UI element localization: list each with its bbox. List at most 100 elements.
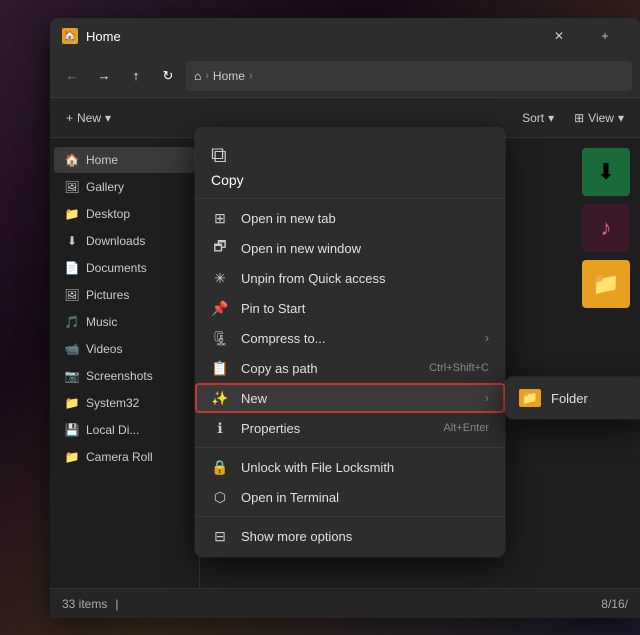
back-button[interactable]: ← bbox=[58, 62, 86, 90]
view-icon: ⊞ bbox=[574, 111, 584, 125]
open-new-tab-label: Open in new tab bbox=[241, 211, 489, 226]
item-count: 33 items bbox=[62, 597, 107, 611]
new-arrow: › bbox=[485, 391, 489, 405]
compress-icon: 🗜 bbox=[211, 329, 229, 347]
new-menu-icon: ✨ bbox=[211, 389, 229, 407]
properties-label: Properties bbox=[241, 421, 431, 436]
new-chevron: ▾ bbox=[105, 111, 111, 125]
sidebar-item-music[interactable]: 🎵 Music bbox=[54, 309, 195, 335]
open-new-tab-icon: ⊞ bbox=[211, 209, 229, 227]
open-terminal-label: Open in Terminal bbox=[241, 490, 489, 505]
sidebar-item-gallery[interactable]: 🖼 Gallery bbox=[54, 174, 195, 200]
menu-show-more-options[interactable]: ⊟ Show more options bbox=[195, 521, 505, 551]
menu-compress-to[interactable]: 🗜 Compress to... › bbox=[195, 323, 505, 353]
sort-label: Sort bbox=[522, 111, 544, 125]
new-button[interactable]: + New ▾ bbox=[58, 107, 119, 129]
menu-pin-to-start[interactable]: 📌 Pin to Start bbox=[195, 293, 505, 323]
more-options-icon: ⊟ bbox=[211, 527, 229, 545]
cursor-indicator: | bbox=[115, 597, 118, 611]
titlebar: 🏠 Home ✕ + bbox=[50, 18, 640, 54]
sidebar-item-home[interactable]: 🏠 Home bbox=[54, 147, 195, 173]
sidebar-label-pictures: Pictures bbox=[86, 288, 129, 302]
sidebar-item-documents[interactable]: 📄 Documents bbox=[54, 255, 195, 281]
right-icons: ⬇ ♪ 📁 bbox=[582, 148, 630, 308]
sidebar-label-desktop: Desktop bbox=[86, 207, 130, 221]
menu-divider-2 bbox=[195, 516, 505, 517]
sidebar-item-camera-roll[interactable]: 📁 Camera Roll bbox=[54, 444, 195, 470]
menu-open-new-window[interactable]: 🗗 Open in new window bbox=[195, 233, 505, 263]
sidebar-item-desktop[interactable]: 📁 Desktop bbox=[54, 201, 195, 227]
close-button[interactable]: ✕ bbox=[536, 18, 582, 54]
compress-arrow: › bbox=[485, 331, 489, 345]
up-button[interactable]: ↑ bbox=[122, 62, 150, 90]
pin-to-start-label: Pin to Start bbox=[241, 301, 489, 316]
copy-as-path-shortcut: Ctrl+Shift+C bbox=[429, 362, 489, 374]
sidebar-label-documents: Documents bbox=[86, 261, 147, 275]
sidebar-item-local-disk[interactable]: 💾 Local Di... bbox=[54, 417, 195, 443]
sidebar-label-screenshots: Screenshots bbox=[86, 369, 153, 383]
menu-divider-1 bbox=[195, 447, 505, 448]
menu-open-new-tab[interactable]: ⊞ Open in new tab bbox=[195, 203, 505, 233]
forward-button[interactable]: → bbox=[90, 62, 118, 90]
menu-copy-as-path[interactable]: 📋 Copy as path Ctrl+Shift+C bbox=[195, 353, 505, 383]
menu-unlock-locksmith[interactable]: 🔒 Unlock with File Locksmith bbox=[195, 452, 505, 482]
properties-icon: ℹ bbox=[211, 419, 229, 437]
sidebar-label-downloads: Downloads bbox=[86, 234, 145, 248]
folder-label: Folder bbox=[551, 391, 588, 406]
home-icon: ⌂ bbox=[194, 69, 201, 83]
new-folder-group: ✨ New › 📁 Folder bbox=[195, 383, 505, 413]
folder-submenu-icon: 📁 bbox=[519, 389, 541, 407]
unlock-label: Unlock with File Locksmith bbox=[241, 460, 489, 475]
submenu-folder[interactable]: 📁 Folder bbox=[505, 383, 640, 413]
open-new-window-label: Open in new window bbox=[241, 241, 489, 256]
window-controls: ✕ + bbox=[536, 18, 628, 54]
sidebar-label-camera-roll: Camera Roll bbox=[86, 450, 153, 464]
context-menu: ⧉ Copy ⊞ Open in new tab 🗗 Open in new w… bbox=[195, 128, 505, 557]
camera-roll-icon: 📁 bbox=[64, 449, 80, 465]
sidebar-label-videos: Videos bbox=[86, 342, 122, 356]
copy-path-icon: 📋 bbox=[211, 359, 229, 377]
sort-button[interactable]: Sort ▾ bbox=[514, 107, 562, 129]
sidebar-label-system32: System32 bbox=[86, 396, 139, 410]
copy-as-path-label: Copy as path bbox=[241, 361, 417, 376]
sidebar-item-videos[interactable]: 📹 Videos bbox=[54, 336, 195, 362]
unpin-label: Unpin from Quick access bbox=[241, 271, 489, 286]
sidebar-item-pictures[interactable]: 🖼 Pictures bbox=[54, 282, 195, 308]
screenshots-icon: 📷 bbox=[64, 368, 80, 384]
window-icon: 🏠 bbox=[62, 28, 78, 44]
sidebar-item-system32[interactable]: 📁 System32 bbox=[54, 390, 195, 416]
videos-icon: 📹 bbox=[64, 341, 80, 357]
show-more-options-label: Show more options bbox=[241, 529, 489, 544]
sort-chevron: ▾ bbox=[548, 111, 554, 125]
music-icon-box: ♪ bbox=[582, 204, 630, 252]
gallery-icon: 🖼 bbox=[64, 179, 80, 195]
desktop-icon: 📁 bbox=[64, 206, 80, 222]
statusbar: 33 items | 8/16/ bbox=[50, 588, 640, 618]
address-bar[interactable]: ⌂ › Home › bbox=[186, 61, 632, 91]
refresh-button[interactable]: ↻ bbox=[154, 62, 182, 90]
menu-unpin-quick-access[interactable]: ✳ Unpin from Quick access bbox=[195, 263, 505, 293]
menu-open-terminal[interactable]: ⬡ Open in Terminal bbox=[195, 482, 505, 512]
unpin-icon: ✳ bbox=[211, 269, 229, 287]
new-tab-button[interactable]: + bbox=[582, 18, 628, 54]
local-disk-icon: 💾 bbox=[64, 422, 80, 438]
pin-to-start-icon: 📌 bbox=[211, 299, 229, 317]
view-button[interactable]: ⊞ View ▾ bbox=[566, 107, 632, 129]
new-submenu: 📁 Folder bbox=[505, 377, 640, 419]
sidebar-label-local-disk: Local Di... bbox=[86, 423, 139, 437]
sidebar-item-screenshots[interactable]: 📷 Screenshots bbox=[54, 363, 195, 389]
system32-icon: 📁 bbox=[64, 395, 80, 411]
breadcrumb-home: Home bbox=[213, 69, 245, 83]
sidebar-item-downloads[interactable]: ⬇ Downloads bbox=[54, 228, 195, 254]
navigation-toolbar: ← → ↑ ↻ ⌂ › Home › bbox=[50, 54, 640, 98]
view-chevron: ▾ bbox=[618, 111, 624, 125]
file-explorer-window: 🏠 Home ✕ + ← → ↑ ↻ ⌂ › Home › + New ▾ So… bbox=[50, 18, 640, 618]
lock-icon: 🔒 bbox=[211, 458, 229, 476]
new-icon: + bbox=[66, 111, 73, 125]
copy-icon: ⧉ bbox=[211, 142, 227, 168]
download-icon-box: ⬇ bbox=[582, 148, 630, 196]
compress-label: Compress to... bbox=[241, 331, 473, 346]
menu-properties[interactable]: ℹ Properties Alt+Enter bbox=[195, 413, 505, 443]
menu-new[interactable]: ✨ New › bbox=[195, 383, 505, 413]
open-new-window-icon: 🗗 bbox=[211, 239, 229, 257]
